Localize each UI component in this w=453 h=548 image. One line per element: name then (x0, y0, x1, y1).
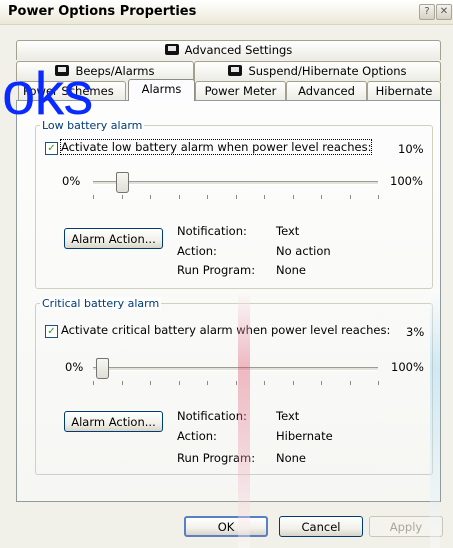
slider-tick (93, 381, 94, 385)
tab-advanced[interactable]: Advanced (286, 81, 367, 101)
slider-tick (207, 381, 208, 385)
critical-alarm-percent: 3% (406, 325, 425, 339)
slider-tick (349, 381, 351, 385)
slider-tick (150, 381, 151, 385)
low-run-program-key: Run Program: (177, 263, 256, 277)
critical-battery-group-title: Critical battery alarm (40, 297, 162, 310)
low-slider-track[interactable] (93, 181, 378, 185)
slider-tick (121, 195, 123, 199)
ok-button[interactable]: OK (184, 516, 268, 537)
slider-tick (235, 381, 237, 385)
critical-slider-thumb[interactable] (95, 358, 109, 379)
low-notification-value: Text (276, 224, 300, 238)
critical-alarm-action-button[interactable]: Alarm Action... (64, 411, 163, 432)
critical-notification-key: Notification: (177, 409, 247, 423)
battery-icon (164, 44, 179, 55)
low-alarm-percent: 10% (398, 142, 424, 156)
slider-tick (121, 381, 123, 385)
slider-tick (378, 381, 379, 385)
close-button[interactable]: ✕ (436, 4, 452, 20)
slider-tick (292, 195, 294, 199)
overlay-watermark-text: oks (2, 60, 93, 127)
tab-advanced-settings[interactable]: Advanced Settings (16, 40, 441, 60)
decorative-band-blue (430, 290, 440, 548)
slider-tick (178, 195, 180, 199)
critical-action-key: Action: (177, 429, 217, 443)
slider-tick (321, 195, 322, 199)
window-title: Power Options Properties (8, 4, 197, 19)
low-action-key: Action: (177, 244, 217, 258)
decorative-band-pink (238, 290, 250, 548)
low-run-program-value: None (276, 263, 307, 277)
low-alarm-action-button[interactable]: Alarm Action... (64, 228, 163, 249)
low-slider-max-label: 100% (390, 174, 423, 188)
critical-slider-min-label: 0% (65, 360, 84, 374)
slider-tick (264, 381, 265, 385)
tab-power-meter[interactable]: Power Meter (195, 81, 286, 101)
title-bar[interactable]: Power Options Properties ? ✕ (0, 0, 453, 25)
critical-alarm-checkbox[interactable]: ✓ (45, 325, 58, 338)
slider-tick (378, 195, 379, 199)
slider-tick (321, 381, 322, 385)
low-notification-key: Notification: (177, 224, 247, 238)
low-action-value: No action (276, 244, 331, 258)
critical-action-value: Hibernate (276, 429, 333, 443)
cancel-button[interactable]: Cancel (279, 516, 363, 537)
help-button[interactable]: ? (419, 4, 435, 20)
tab-suspend-hibernate-options[interactable]: Suspend/Hibernate Options (194, 61, 441, 81)
critical-alarm-checkbox-label[interactable]: Activate critical battery alarm when pow… (61, 323, 390, 337)
critical-slider-max-label: 100% (391, 360, 424, 374)
battery-icon (228, 65, 243, 76)
low-alarm-checkbox[interactable]: ✓ (45, 142, 58, 155)
slider-tick (178, 381, 180, 385)
slider-tick (349, 195, 351, 199)
slider-tick (150, 195, 151, 199)
critical-run-program-value: None (276, 451, 307, 465)
slider-tick (264, 195, 265, 199)
slider-tick (235, 195, 237, 199)
critical-notification-value: Text (276, 409, 300, 423)
critical-slider-track[interactable] (93, 367, 378, 371)
low-slider-min-label: 0% (62, 174, 81, 188)
slider-tick (292, 381, 294, 385)
tab-alarms[interactable]: Alarms (128, 79, 195, 101)
tab-hibernate[interactable]: Hibernate (367, 81, 441, 101)
low-slider-thumb[interactable] (115, 172, 129, 193)
low-alarm-checkbox-label[interactable]: Activate low battery alarm when power le… (59, 139, 373, 155)
slider-tick (93, 195, 94, 199)
slider-tick (207, 195, 208, 199)
